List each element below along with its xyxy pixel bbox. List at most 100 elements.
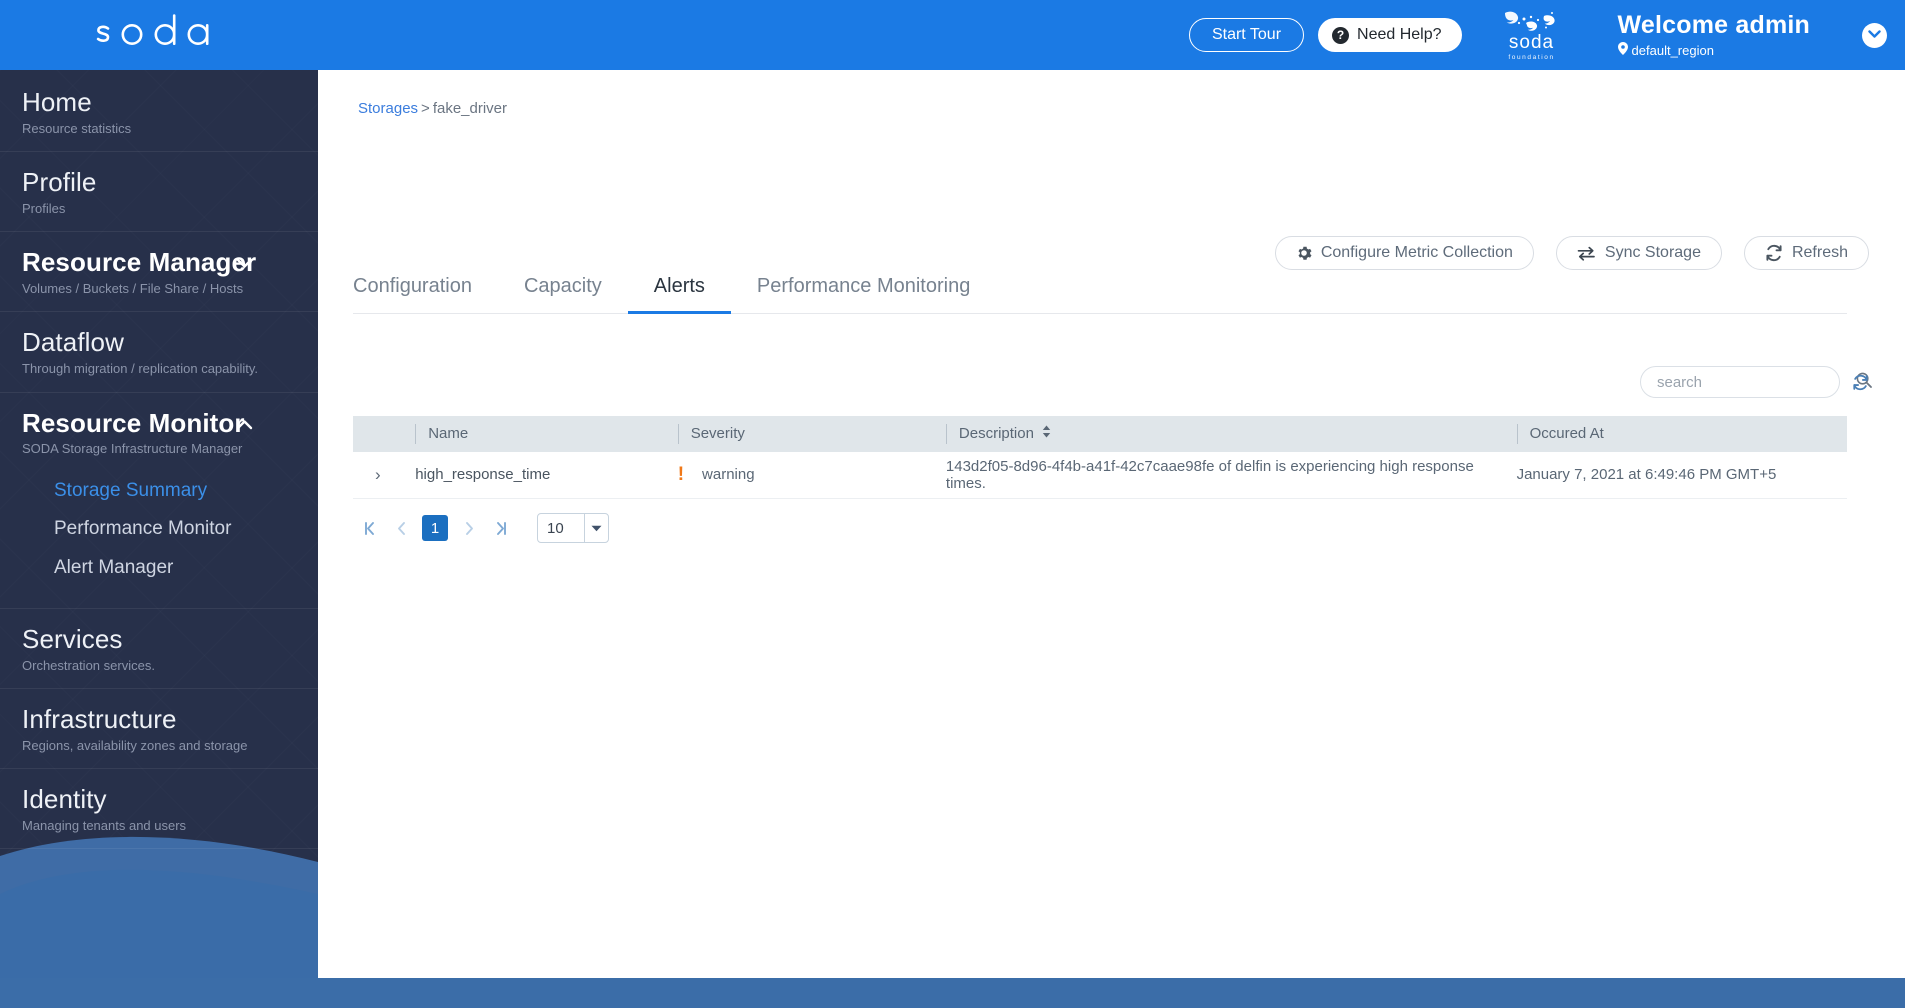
action-button-label: Refresh <box>1791 244 1848 261</box>
page-size-value: 10 <box>547 519 564 537</box>
sidebar-item-resource-manager[interactable]: Resource Manager Volumes / Buckets / File… <box>0 232 318 313</box>
chevron-down-icon <box>1868 26 1881 44</box>
pagination-next-button[interactable] <box>453 512 485 544</box>
search-box[interactable] <box>1640 366 1872 398</box>
action-button-label: Sync Storage <box>1604 244 1701 261</box>
sidebar-item-dataflow[interactable]: Dataflow Through migration / replication … <box>0 312 318 393</box>
pagination-page-1[interactable]: 1 <box>422 515 448 541</box>
welcome-block: Welcome admin default_region <box>1617 10 1810 58</box>
sidebar-item-title: Infrastructure <box>22 703 177 734</box>
question-mark-icon: ? <box>1332 26 1350 44</box>
exclamation-icon: ! <box>677 464 685 486</box>
sidebar-item-infrastructure[interactable]: Infrastructure Regions, availability zone… <box>0 689 318 770</box>
column-header-expand <box>353 416 404 452</box>
sidebar-item-profile[interactable]: Profile Profiles <box>0 152 318 233</box>
need-help-button[interactable]: ? Need Help? <box>1318 18 1462 52</box>
tab-performance-monitoring[interactable]: Performance Monitoring <box>731 275 996 313</box>
breadcrumb: Storages > fake_driver <box>358 100 507 117</box>
account-menu-toggle[interactable] <box>1862 22 1887 48</box>
search-row <box>1640 366 1872 398</box>
sync-storage-button[interactable]: Sync Storage <box>1555 236 1722 270</box>
sidebar-item-subtitle: Resource statistics <box>22 120 132 136</box>
configure-metric-collection-button[interactable]: Configure Metric Collection <box>1274 236 1534 270</box>
sidebar-item-subtitle: Profiles <box>22 201 66 217</box>
row-occured-at-cell: January 7, 2021 at 6:49:46 PM GMT+5 <box>1504 452 1847 499</box>
footer-bar <box>0 978 1905 1008</box>
row-severity-cell: ! warning <box>665 452 934 499</box>
sidebar-item-title: Resource Monitor <box>22 407 245 438</box>
alerts-table-wrap: Name Severity Description Occured At › h… <box>353 416 1847 499</box>
row-expand-cell[interactable]: › <box>353 452 404 499</box>
pagination: 1 10 <box>353 512 609 544</box>
page-size-select[interactable]: 10 <box>537 513 609 543</box>
welcome-text: Welcome admin <box>1617 10 1810 39</box>
table-row[interactable]: › high_response_time! warning 143d2f05-8d96… <box>353 452 1847 499</box>
app-root: Start Tour ? Need Help? soda foundation … <box>0 0 1905 1008</box>
caret-down-icon[interactable] <box>584 514 608 542</box>
sidebar-item-title: Home <box>22 87 92 117</box>
table-header-row: Name Severity Description Occured At <box>353 416 1847 452</box>
search-input[interactable] <box>1657 373 1856 391</box>
sidebar-subnav: Storage Summary Performance Monitor Alert … <box>22 458 318 594</box>
region-row: default_region <box>1617 42 1810 58</box>
sidebar-item-title: Services <box>22 623 123 654</box>
breadcrumb-link-storages[interactable]: Storages <box>358 100 418 117</box>
sidebar-item-subtitle: Managing tenants and users <box>22 817 187 833</box>
sidebar-item-identity[interactable]: Identity Managing tenants and users <box>0 769 318 850</box>
sidebar-subitem-alert-manager[interactable]: Alert Manager <box>22 549 318 588</box>
pagination-prev-button[interactable] <box>385 512 417 544</box>
sync-arrows-icon <box>1577 246 1596 261</box>
row-description-cell: 143d2f05-8d96-4f4b-a41f-42c7caae98fe of … <box>933 452 1505 499</box>
pagination-last-button[interactable] <box>485 512 517 544</box>
chevron-down-icon[interactable] <box>236 256 253 273</box>
sidebar-item-title: Identity <box>22 784 107 815</box>
main-content: Storages > fake_driver Configure Metric Co… <box>318 70 1905 978</box>
column-header-severity[interactable]: Severity <box>665 416 934 452</box>
column-header-description-label: Description <box>958 425 1034 442</box>
table-refresh-icon[interactable] <box>1852 374 1869 391</box>
table-body: › high_response_time! warning 143d2f05-8d96… <box>353 452 1847 499</box>
pagination-first-button[interactable] <box>353 512 385 544</box>
sidebar-item-subtitle: SODA Storage Infrastructure Manager <box>22 441 243 457</box>
breadcrumb-current: fake_driver <box>432 100 508 117</box>
sidebar-item-resource-monitor[interactable]: Resource Monitor SODA Storage Infrastruct… <box>0 393 318 609</box>
chevron-up-icon[interactable] <box>236 417 253 434</box>
sidebar-item-subtitle: Volumes / Buckets / File Share / Hosts <box>22 281 244 297</box>
sidebar-nav-list: Home Resource statistics Profile Profiles Re… <box>0 70 318 850</box>
location-pin-icon <box>1617 42 1628 58</box>
sidebar-item-title: Dataflow <box>22 327 124 358</box>
action-button-bar: Configure Metric Collection Sync Storage R… <box>1274 236 1869 270</box>
sidebar-item-subtitle: Orchestration services. <box>22 657 155 673</box>
column-header-description[interactable]: Description <box>933 416 1505 452</box>
soda-foundation-subtitle: foundation <box>1508 53 1555 61</box>
column-header-occured-at[interactable]: Occured At <box>1504 416 1847 452</box>
sidebar-item-services[interactable]: Services Orchestration services. <box>0 609 318 689</box>
refresh-icon <box>1765 244 1783 262</box>
row-name-cell: high_response_time <box>403 452 666 499</box>
sidebar-item-title: Profile <box>22 167 97 198</box>
breadcrumb-separator: > <box>421 100 430 117</box>
sidebar-subitem-performance-monitor[interactable]: Performance Monitor <box>22 510 318 549</box>
dolphin-icon <box>1504 11 1555 31</box>
alerts-table: Name Severity Description Occured At › h… <box>353 416 1847 499</box>
column-header-name[interactable]: Name <box>403 416 666 452</box>
sidebar-subitem-storage-summary[interactable]: Storage Summary <box>22 472 318 511</box>
tab-alerts[interactable]: Alerts <box>627 275 732 314</box>
top-header: Start Tour ? Need Help? soda foundation … <box>0 0 1905 70</box>
soda-logo[interactable] <box>0 0 318 70</box>
need-help-label: Need Help? <box>1357 26 1442 43</box>
row-severity-label: warning <box>702 466 755 484</box>
refresh-button[interactable]: Refresh <box>1743 236 1869 270</box>
sidebar-item-home[interactable]: Home Resource statistics <box>0 70 318 153</box>
soda-foundation-word: soda <box>1508 31 1555 53</box>
tab-configuration[interactable]: Configuration <box>353 275 498 313</box>
chevron-right-icon[interactable]: › <box>365 465 381 484</box>
table-head: Name Severity Description Occured At <box>353 416 1847 452</box>
soda-foundation-logo: soda foundation <box>1490 10 1574 61</box>
sort-updown-icon[interactable] <box>1041 424 1052 444</box>
start-tour-button[interactable]: Start Tour <box>1188 18 1305 52</box>
region-label: default_region <box>1631 42 1714 58</box>
tab-capacity[interactable]: Capacity <box>498 275 628 313</box>
sidebar-item-subtitle: Through migration / replication capabili… <box>22 361 259 377</box>
sidebar: Home Resource statistics Profile Profiles Re… <box>0 70 318 978</box>
